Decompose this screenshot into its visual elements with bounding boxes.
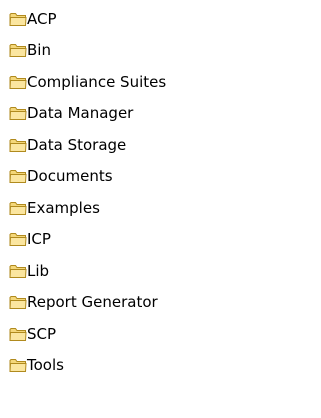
- folder-item-tools[interactable]: Tools: [9, 353, 64, 377]
- folder-icon: [9, 105, 27, 121]
- folder-icon: [9, 168, 27, 184]
- folder-label: Tools: [27, 356, 64, 374]
- folder-icon: [9, 357, 27, 373]
- folder-item-data-manager[interactable]: Data Manager: [9, 101, 133, 125]
- folder-label: ICP: [27, 230, 51, 248]
- folder-item-examples[interactable]: Examples: [9, 196, 100, 220]
- folder-item-compliance-suites[interactable]: Compliance Suites: [9, 70, 166, 94]
- folder-item-icp[interactable]: ICP: [9, 227, 51, 251]
- folder-label: Lib: [27, 262, 50, 280]
- folder-label: Bin: [27, 41, 51, 59]
- folder-icon: [9, 326, 27, 342]
- folder-icon: [9, 294, 27, 310]
- folder-icon: [9, 200, 27, 216]
- folder-label: Compliance Suites: [27, 73, 167, 91]
- folder-item-lib[interactable]: Lib: [9, 259, 49, 283]
- folder-item-bin[interactable]: Bin: [9, 38, 51, 62]
- folder-icon: [9, 11, 27, 27]
- folder-label: Data Manager: [27, 104, 134, 122]
- folder-icon: [9, 231, 27, 247]
- folder-item-report-generator[interactable]: Report Generator: [9, 290, 158, 314]
- folder-item-acp[interactable]: ACP: [9, 7, 57, 31]
- folder-label: Examples: [27, 199, 100, 217]
- folder-icon: [9, 137, 27, 153]
- folder-label: SCP: [27, 325, 57, 343]
- folder-icon: [9, 74, 27, 90]
- folder-icon: [9, 42, 27, 58]
- folder-icon: [9, 263, 27, 279]
- folder-item-scp[interactable]: SCP: [9, 322, 56, 346]
- folder-label: Data Storage: [27, 136, 127, 154]
- folder-item-documents[interactable]: Documents: [9, 164, 113, 188]
- folder-label: Report Generator: [27, 293, 158, 311]
- folder-label: Documents: [27, 167, 113, 185]
- folder-label: ACP: [27, 10, 57, 28]
- folder-item-data-storage[interactable]: Data Storage: [9, 133, 126, 157]
- folder-list: ACP Bin Compliance Suites Data Manager D…: [0, 0, 321, 418]
